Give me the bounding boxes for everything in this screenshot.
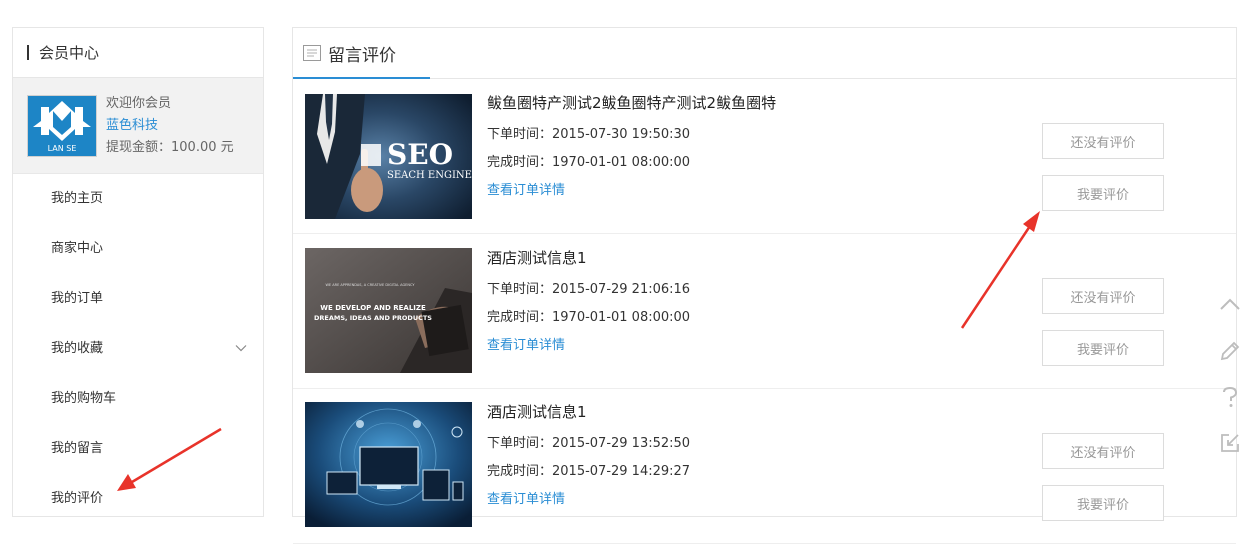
sidebar-item-label: 商家中心	[51, 241, 104, 256]
floating-toolbar	[1215, 290, 1245, 474]
sidebar-title: 会员中心	[39, 44, 100, 62]
svg-text:LAN SE: LAN SE	[48, 144, 77, 153]
sidebar-header: 会员中心	[13, 28, 263, 78]
sidebar-item-label: 我的评价	[51, 491, 104, 506]
welcome-text: 欢迎你会员	[106, 95, 172, 111]
order-detail-link[interactable]: 查看订单详情	[487, 179, 776, 198]
order-time: 下单时间：2015-07-29 13:52:50	[487, 436, 691, 451]
order-detail-link[interactable]: 查看订单详情	[487, 488, 690, 507]
product-name[interactable]: 酒店测试信息1	[487, 247, 690, 268]
panel-header: 留言评价	[293, 28, 1236, 79]
sidebar-item-label: 我的主页	[51, 191, 104, 206]
avatar[interactable]: LAN SE	[27, 94, 97, 157]
svg-text:WE ARE APPRENDAS, A CREATIVE D: WE ARE APPRENDAS, A CREATIVE DIGITAL AGE…	[325, 283, 415, 287]
sidebar-item-favorites[interactable]: 我的收藏	[13, 324, 263, 374]
company-name[interactable]: 蓝色科技	[106, 115, 234, 137]
order-row: SEO SEACH ENGINE 鲅鱼圈特产测试2鲅鱼圈特产测试2鲅鱼圈特 下单…	[293, 79, 1236, 234]
balance-text: 提现金额：100.00 元	[106, 139, 234, 155]
help-icon[interactable]	[1215, 382, 1245, 412]
not-reviewed-button[interactable]: 还没有评价	[1042, 278, 1164, 314]
sidebar-item-label: 我的留言	[51, 441, 104, 456]
profile-info: 欢迎你会员 蓝色科技 提现金额：100.00 元	[106, 93, 234, 159]
document-icon	[303, 45, 321, 61]
write-review-button[interactable]: 我要评价	[1042, 330, 1164, 366]
order-row: WE ARE APPRENDAS, A CREATIVE DIGITAL AGE…	[293, 234, 1236, 389]
reviews-panel: 留言评价 SEO SEACH ENGINE 鲅鱼圈特产测试2鲅鱼圈特产测试2鲅鱼…	[292, 27, 1237, 544]
lanse-logo-icon: LAN SE	[29, 96, 95, 155]
profile-card: LAN SE 欢迎你会员 蓝色科技 提现金额：100.00 元	[13, 78, 263, 174]
write-review-button[interactable]: 我要评价	[1042, 175, 1164, 211]
finish-time: 完成时间：2015-07-29 14:29:27	[487, 464, 691, 479]
share-icon[interactable]	[1215, 428, 1245, 458]
chevron-down-icon[interactable]	[235, 342, 247, 354]
product-name[interactable]: 鲅鱼圈特产测试2鲅鱼圈特产测试2鲅鱼圈特	[487, 92, 776, 113]
sidebar-item-cart[interactable]: 我的购物车	[13, 374, 263, 424]
edit-icon[interactable]	[1215, 336, 1245, 366]
header-bar-decoration	[27, 45, 29, 60]
not-reviewed-button[interactable]: 还没有评价	[1042, 433, 1164, 469]
order-info: 鲅鱼圈特产测试2鲅鱼圈特产测试2鲅鱼圈特 下单时间：2015-07-30 19:…	[487, 89, 776, 198]
svg-text:SEACH ENGINE: SEACH ENGINE	[387, 170, 472, 181]
sidebar-menu: 我的主页 商家中心 我的订单 我的收藏 我的购物车 我的留言 我的评价	[13, 174, 263, 524]
finish-time: 完成时间：1970-01-01 08:00:00	[487, 310, 691, 325]
sidebar-item-home[interactable]: 我的主页	[13, 174, 263, 224]
devices-image	[305, 402, 472, 527]
order-time: 下单时间：2015-07-30 19:50:30	[487, 127, 691, 142]
sidebar-item-merchant[interactable]: 商家中心	[13, 224, 263, 274]
seo-image: SEO SEACH ENGINE	[305, 94, 472, 219]
order-info: 酒店测试信息1 下单时间：2015-07-29 21:06:16 完成时间：19…	[487, 244, 690, 353]
order-detail-link[interactable]: 查看订单详情	[487, 334, 690, 353]
svg-text:WE DEVELOP AND REALIZE: WE DEVELOP AND REALIZE	[320, 304, 426, 312]
member-sidebar: 会员中心 LAN SE 欢迎你会员 蓝色科技 提现金额：100.00 元 我的主…	[12, 27, 264, 517]
sidebar-item-orders[interactable]: 我的订单	[13, 274, 263, 324]
order-row: 酒店测试信息1 下单时间：2015-07-29 13:52:50 完成时间：20…	[293, 389, 1236, 544]
svg-text:SEO: SEO	[387, 138, 453, 171]
sidebar-item-reviews[interactable]: 我的评价	[13, 474, 263, 524]
product-thumbnail[interactable]: SEO SEACH ENGINE	[305, 94, 472, 219]
sidebar-item-label: 我的购物车	[51, 391, 117, 406]
order-info: 酒店测试信息1 下单时间：2015-07-29 13:52:50 完成时间：20…	[487, 398, 690, 507]
sidebar-item-label: 我的收藏	[51, 341, 104, 356]
not-reviewed-button[interactable]: 还没有评价	[1042, 123, 1164, 159]
sidebar-item-messages[interactable]: 我的留言	[13, 424, 263, 474]
product-name[interactable]: 酒店测试信息1	[487, 401, 690, 422]
product-thumbnail[interactable]: WE ARE APPRENDAS, A CREATIVE DIGITAL AGE…	[305, 248, 472, 373]
write-review-button[interactable]: 我要评价	[1042, 485, 1164, 521]
sidebar-item-label: 我的订单	[51, 291, 104, 306]
back-to-top-icon[interactable]	[1215, 290, 1245, 320]
svg-text:DREAMS, IDEAS AND PRODUCTS: DREAMS, IDEAS AND PRODUCTS	[314, 314, 432, 322]
product-thumbnail[interactable]	[305, 402, 472, 527]
panel-title: 留言评价	[328, 45, 396, 66]
finish-time: 完成时间：1970-01-01 08:00:00	[487, 155, 691, 170]
order-time: 下单时间：2015-07-29 21:06:16	[487, 282, 691, 297]
agency-image: WE ARE APPRENDAS, A CREATIVE DIGITAL AGE…	[305, 248, 472, 373]
